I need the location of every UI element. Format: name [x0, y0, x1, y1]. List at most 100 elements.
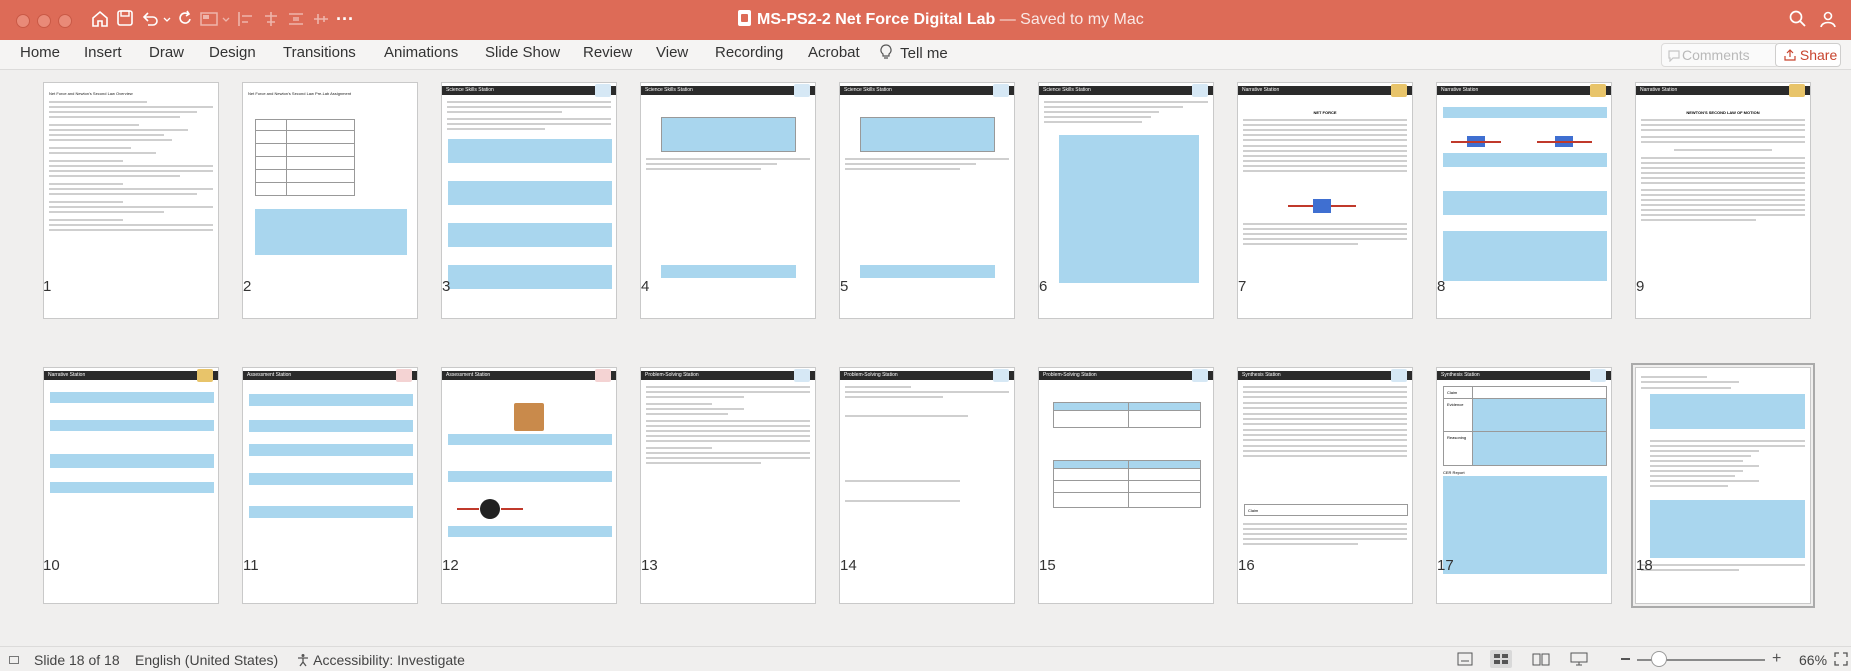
notes-icon[interactable] — [1457, 652, 1473, 666]
fit-to-window-icon[interactable] — [1834, 652, 1848, 666]
slide-thumbnail-3[interactable]: Science Skills Station — [441, 82, 617, 319]
puzzle-icon — [993, 369, 1009, 382]
slide-number: 6 — [1039, 278, 1048, 295]
tab-view[interactable]: View — [656, 44, 688, 61]
save-icon[interactable] — [116, 9, 134, 27]
tab-animations[interactable]: Animations — [384, 44, 458, 61]
slide-thumbnail-11[interactable]: Assessment Station — [242, 367, 418, 604]
slide-16-claim-label: Claim — [1248, 508, 1259, 513]
slide-1-title: Net Force and Newton's Second Law Overvi… — [49, 91, 133, 96]
comments-button[interactable]: Comments — [1661, 43, 1779, 67]
document-name: MS-PS2-2 Net Force Digital Lab — [757, 11, 996, 28]
layout-chevron-icon[interactable] — [221, 9, 231, 29]
accessibility-icon — [298, 654, 308, 667]
slide-number: 5 — [840, 278, 849, 295]
slide-layout-icon[interactable] — [199, 9, 219, 29]
slide-thumbnail-2[interactable]: Net Force and Newton's Second Law Pre-La… — [242, 82, 418, 319]
undo-icon[interactable] — [140, 9, 160, 29]
align-left-icon[interactable] — [236, 9, 256, 29]
zoom-slider-thumb[interactable] — [1651, 651, 1668, 667]
target-icon — [595, 369, 611, 382]
reading-view-icon[interactable] — [1532, 652, 1550, 666]
share-icon — [1784, 49, 1796, 61]
slide-thumbnail-17[interactable]: Synthesis Station Claim Evidence Reasoni… — [1436, 367, 1612, 604]
tab-design[interactable]: Design — [209, 44, 256, 61]
lightbulb-icon — [880, 44, 892, 59]
powerpoint-doc-icon — [738, 10, 751, 26]
slide-5-header: Science Skills Station — [844, 87, 892, 93]
book-icon — [197, 369, 213, 382]
zoom-in-button[interactable]: + — [1772, 650, 1781, 668]
more-icon[interactable]: ··· — [336, 8, 354, 30]
tab-recording[interactable]: Recording — [715, 44, 783, 61]
search-icon[interactable] — [1788, 9, 1808, 29]
puzzle-icon — [1192, 369, 1208, 382]
slide-9-header: Narrative Station — [1640, 87, 1678, 93]
slide-thumbnail-18[interactable] — [1631, 363, 1815, 608]
tab-review[interactable]: Review — [583, 44, 632, 61]
slide-thumbnail-12[interactable]: Assessment Station — [441, 367, 617, 604]
account-icon[interactable] — [1818, 9, 1838, 29]
language-status[interactable]: English (United States) — [135, 652, 278, 668]
align-center-icon[interactable] — [261, 9, 281, 29]
accessibility-status[interactable]: Accessibility: Investigate — [296, 652, 465, 668]
slide-thumbnail-14[interactable]: Problem-Solving Station — [839, 367, 1015, 604]
minimize-window-button[interactable] — [37, 14, 51, 28]
undo-menu-chevron-icon[interactable] — [162, 9, 172, 29]
slide-thumbnail-5[interactable]: Science Skills Station — [839, 82, 1015, 319]
home-icon[interactable] — [90, 9, 110, 29]
slide-thumbnail-10[interactable]: Narrative Station — [43, 367, 219, 604]
tab-slide-show[interactable]: Slide Show — [485, 44, 560, 61]
slide-7-heading: NET FORCE — [1313, 110, 1337, 115]
book-icon — [1789, 84, 1805, 97]
tab-transitions[interactable]: Transitions — [283, 44, 356, 61]
soccer-ball-illustration — [480, 499, 500, 519]
slide-sorter: Net Force and Newton's Second Law Overvi… — [0, 71, 1851, 646]
slide-thumbnail-8[interactable]: Narrative Station — [1436, 82, 1612, 319]
book-icon — [1590, 84, 1606, 97]
tab-home[interactable]: Home — [20, 44, 60, 61]
slide-thumbnail-1[interactable]: Net Force and Newton's Second Law Overvi… — [43, 82, 219, 319]
close-window-button[interactable] — [16, 14, 30, 28]
slide-number: 10 — [43, 557, 60, 574]
title-bar: ··· MS-PS2-2 Net Force Digital Lab — Sav… — [0, 0, 1851, 40]
share-label: Share — [1799, 47, 1838, 63]
slide-sorter-view-icon[interactable] — [1490, 650, 1512, 668]
slide-thumbnail-4[interactable]: Science Skills Station — [640, 82, 816, 319]
zoom-percentage[interactable]: 66% — [1799, 652, 1827, 668]
book-icon — [1391, 84, 1407, 97]
slide-16-header: Synthesis Station — [1242, 372, 1281, 378]
status-bar: Slide 18 of 18 English (United States) A… — [0, 646, 1851, 671]
tell-me-search[interactable]: Tell me — [880, 44, 948, 62]
zoom-window-button[interactable] — [58, 14, 72, 28]
slide-thumbnail-16[interactable]: Synthesis Station Claim — [1237, 367, 1413, 604]
share-button[interactable]: Share — [1775, 43, 1841, 67]
slide-3-header: Science Skills Station — [446, 87, 494, 93]
microscope-icon — [794, 84, 810, 97]
slide-number: 12 — [442, 557, 459, 574]
zoom-out-button[interactable] — [1621, 658, 1630, 660]
slide-17-cer-table: Claim Evidence Reasoning — [1443, 386, 1607, 466]
slide-number: 17 — [1437, 557, 1454, 574]
align-middle-icon[interactable] — [311, 9, 331, 29]
slide-show-icon[interactable] — [1570, 652, 1588, 666]
redo-icon[interactable] — [175, 9, 195, 29]
magnifier-icon — [1590, 369, 1606, 382]
slide-thumbnail-6[interactable]: Science Skills Station — [1038, 82, 1214, 319]
slide-2-table — [255, 119, 355, 196]
slide-thumbnail-13[interactable]: Problem-Solving Station — [640, 367, 816, 604]
slide-8-header: Narrative Station — [1441, 87, 1479, 93]
slide-number: 16 — [1238, 557, 1255, 574]
microscope-icon — [993, 84, 1009, 97]
slide-panel-toggle-icon[interactable] — [9, 656, 19, 664]
tab-insert[interactable]: Insert — [84, 44, 122, 61]
slide-number: 7 — [1238, 278, 1247, 295]
slide-thumbnail-9[interactable]: Narrative Station NEWTON'S SECOND LAW OF… — [1635, 82, 1811, 319]
slide-thumbnail-15[interactable]: Problem-Solving Station — [1038, 367, 1214, 604]
tab-acrobat[interactable]: Acrobat — [808, 44, 860, 61]
slide-7-header: Narrative Station — [1242, 87, 1280, 93]
distribute-icon[interactable] — [286, 9, 306, 29]
comment-icon — [1668, 50, 1680, 62]
tab-draw[interactable]: Draw — [149, 44, 184, 61]
slide-thumbnail-7[interactable]: Narrative Station NET FORCE — [1237, 82, 1413, 319]
